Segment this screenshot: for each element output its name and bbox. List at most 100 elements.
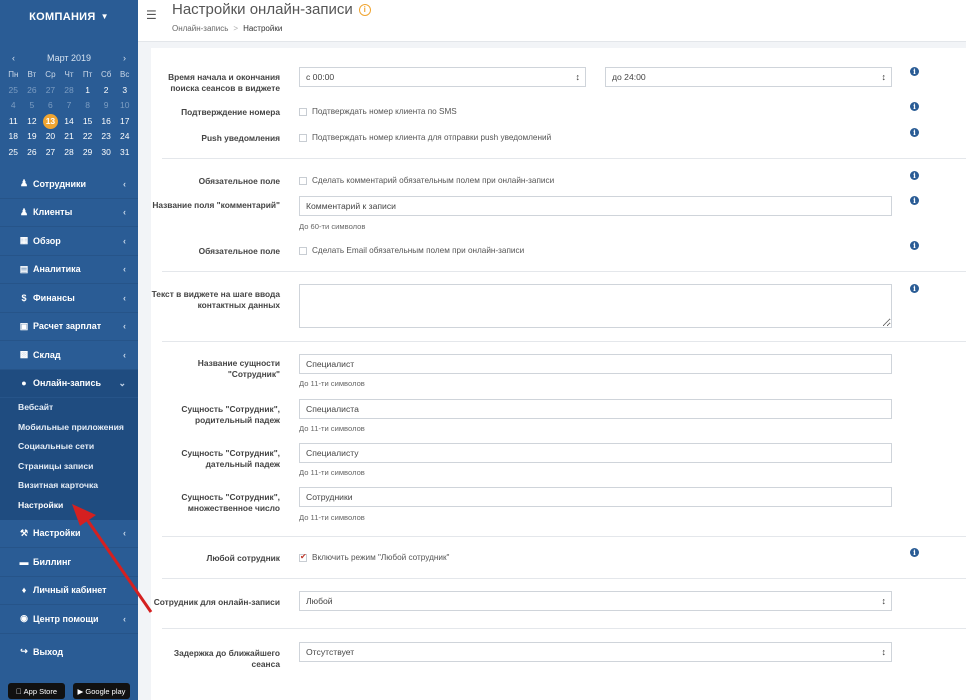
googleplay-label: Google play [85,686,126,696]
delay-select[interactable]: Отсутствует [299,642,892,662]
calendar-day[interactable]: 14 [60,114,79,130]
sidebar-item-clients[interactable]: ♟ Клиенты ‹ [0,199,138,227]
info-icon[interactable]: i [910,171,919,180]
phone-confirm-checkbox[interactable]: Подтверждать номер клиента по SMS [299,107,457,116]
calendar-day[interactable]: 2 [97,83,116,99]
submenu-item-social[interactable]: Социальные сети [0,437,138,457]
calendar-day[interactable]: 25 [4,145,23,161]
submenu-item-website[interactable]: Вебсайт [0,398,138,418]
any-staff-checkbox[interactable]: Включить режим "Любой сотрудник" [299,552,449,562]
grid-icon: ▦ [19,235,29,246]
calendar-day[interactable]: 7 [60,98,79,114]
chevron-left-icon: ‹ [123,235,126,246]
sidebar-item-help[interactable]: ◉ Центр помощи ‹ [0,605,138,634]
calendar-day[interactable]: 31 [115,145,134,161]
calendar-day[interactable]: 22 [78,129,97,145]
entity-genitive-input[interactable]: Специалиста [299,399,892,419]
sidebar-item-overview[interactable]: ▦ Обзор ‹ [0,227,138,256]
calendar-day[interactable]: 19 [23,129,42,145]
calendar-day[interactable]: 26 [23,145,42,161]
sidebar-item-label: Сотрудники [33,178,87,189]
sidebar-item-online[interactable]: ● Онлайн-запись ⌄ [0,369,138,398]
sidebar-item-salary[interactable]: ▣ Расчет зарплат ‹ [0,313,138,341]
info-icon[interactable]: i [910,102,919,111]
sidebar-item-billing[interactable]: ▬ Биллинг [0,548,138,577]
calendar-day[interactable]: 3 [115,83,134,99]
hamburger-menu-icon[interactable]: ☰ [146,8,157,22]
sidebar-item-finance[interactable]: $ Финансы ‹ [0,284,138,313]
push-checkbox[interactable]: Подтверждать номер клиента для отправки … [299,133,551,142]
calendar-day[interactable]: 17 [115,114,134,130]
prev-month-icon[interactable]: ‹ [12,53,15,63]
time-to-select[interactable]: до 24:00 [605,67,892,87]
sidebar-item-staff[interactable]: ♟ Сотрудники ‹ [0,170,138,199]
checkbox[interactable] [299,176,307,185]
sidebar-item-warehouse[interactable]: ▩ Склад ‹ [0,341,138,370]
checkbox[interactable] [299,133,307,142]
submenu-item-card[interactable]: Визитная карточка [0,476,138,496]
info-icon[interactable]: i [358,3,371,16]
calendar-day[interactable]: 26 [23,83,42,99]
calendar-day[interactable]: 4 [4,98,23,114]
time-from-select[interactable]: с 00:00 [299,67,586,87]
calendar-day[interactable]: 30 [97,145,116,161]
calendar-day[interactable]: 5 [23,98,42,114]
calendar-day[interactable]: 18 [4,129,23,145]
breadcrumb-online[interactable]: Онлайн-запись [172,24,228,33]
calendar-day[interactable]: 27 [41,145,60,161]
info-icon[interactable]: i [910,241,919,250]
sidebar-item-settings[interactable]: ⚒ Настройки ‹ [0,520,138,549]
info-icon[interactable]: i [910,128,919,137]
widget-text-textarea[interactable] [299,284,892,328]
submenu-item-settings[interactable]: Настройки [0,496,138,516]
calendar-day[interactable]: 12 [23,114,42,130]
calendar-day[interactable]: 11 [4,114,23,130]
checkbox[interactable] [299,107,307,116]
info-icon[interactable]: i [910,548,919,557]
comment-field-name-input[interactable]: Комментарий к записи [299,196,892,216]
weekday-label: Пт [82,70,93,79]
company-selector[interactable]: КОМПАНИЯ ▼ [0,0,138,33]
calendar-day[interactable]: 27 [41,83,60,99]
checkbox[interactable] [299,246,307,255]
phone-confirm-label: Подтверждение номера [181,107,280,117]
calendar-day[interactable]: 10 [115,98,134,114]
submenu-item-pages[interactable]: Страницы записи [0,457,138,477]
entity-name-input[interactable]: Специалист [299,354,892,374]
entity-dative-input[interactable]: Специалисту [299,443,892,463]
dollar-icon: $ [21,292,27,303]
staff-for-booking-select[interactable]: Любой [299,591,892,611]
appstore-badge[interactable]:  App Store [8,683,65,699]
calendar-day[interactable]: 21 [60,129,79,145]
calendar-day[interactable]: 28 [60,145,79,161]
chevron-down-icon: ▼ [100,12,109,21]
required-comment-checkbox[interactable]: Сделать комментарий обязательным полем п… [299,176,554,185]
info-icon[interactable]: i [910,67,919,76]
calendar-day[interactable]: 25 [4,83,23,99]
info-icon[interactable]: i [910,284,919,293]
calendar-day[interactable]: 29 [78,145,97,161]
sidebar-item-analytics[interactable]: ▤ Аналитика ‹ [0,256,138,284]
calendar-day[interactable]: 23 [97,129,116,145]
checkbox-checked[interactable] [299,552,307,562]
calendar-day[interactable]: 16 [97,114,116,130]
next-month-icon[interactable]: › [123,53,126,63]
calendar-day[interactable]: 13 [41,113,60,130]
sidebar-item-cabinet[interactable]: ♦ Личный кабинет [0,577,138,606]
calendar-day[interactable]: 28 [60,83,79,99]
googleplay-badge[interactable]: ▶ Google play [73,683,130,699]
calendar-day[interactable]: 6 [41,98,60,114]
info-icon[interactable]: i [910,196,919,205]
entity-plural-input[interactable]: Сотрудники [299,487,892,507]
calendar-day[interactable]: 24 [115,129,134,145]
chevron-left-icon: ‹ [123,321,126,332]
calendar-day[interactable]: 20 [41,129,60,145]
sidebar-item-exit[interactable]: ↪ Выход [0,634,138,670]
calendar-day[interactable]: 15 [78,114,97,130]
calendar-day[interactable]: 9 [97,98,116,114]
calendar-day[interactable]: 8 [78,98,97,114]
submenu-item-mobile[interactable]: Мобильные приложения [0,418,138,438]
sidebar-item-label: Клиенты [33,207,73,218]
required-email-checkbox[interactable]: Сделать Email обязательным полем при онл… [299,246,524,255]
calendar-day[interactable]: 1 [78,83,97,99]
